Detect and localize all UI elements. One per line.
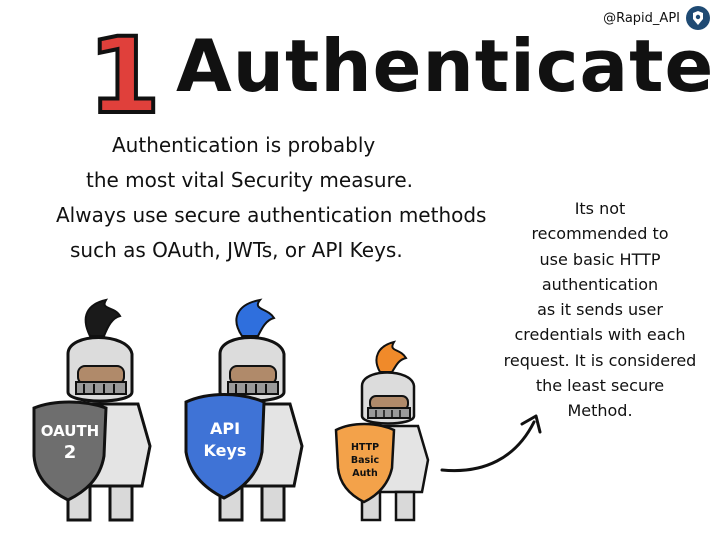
warning-note: Its not recommended to use basic HTTP au…	[484, 196, 716, 423]
note-line: use basic HTTP	[539, 249, 661, 269]
note-line: authentication	[541, 274, 659, 294]
note-line: the least secure	[535, 375, 665, 395]
plume-icon	[375, 340, 408, 373]
page-title: Authenticate	[176, 24, 715, 108]
note-line: request. It is considered	[503, 350, 697, 370]
shield-label: API	[210, 419, 240, 438]
shield-label: Auth	[352, 468, 378, 479]
intro-paragraph: Authentication is probably the most vita…	[56, 128, 487, 268]
note-line: as it sends user	[537, 300, 663, 320]
intro-line: Always use secure authentication methods	[56, 203, 487, 227]
plume-icon	[235, 298, 276, 337]
note-line: credentials with each	[514, 325, 686, 345]
plume-icon	[84, 298, 122, 337]
shield-label: 2	[64, 442, 77, 463]
note-line: Its not	[574, 199, 626, 218]
intro-line: Authentication is probably	[112, 133, 376, 157]
shield-label: HTTP	[351, 442, 379, 453]
intro-line: the most vital Security measure.	[86, 168, 413, 192]
step-number: 1	[86, 15, 162, 137]
helmet-icon	[66, 336, 134, 403]
knight-http-basic-auth: HTTP Basic Auth	[334, 340, 430, 522]
knight-oauth: OAUTH 2	[32, 298, 152, 522]
shield-label: Basic	[351, 455, 379, 466]
helmet-icon	[360, 371, 416, 425]
intro-line: such as OAuth, JWTs, or API Keys.	[70, 238, 403, 262]
shield-label: Keys	[204, 441, 247, 460]
note-line: recommended to	[531, 224, 669, 244]
curved-arrow-icon	[440, 414, 542, 473]
shield-label: OAUTH	[41, 422, 99, 440]
helmet-icon	[218, 336, 286, 403]
knight-api-keys: API Keys	[184, 298, 304, 522]
